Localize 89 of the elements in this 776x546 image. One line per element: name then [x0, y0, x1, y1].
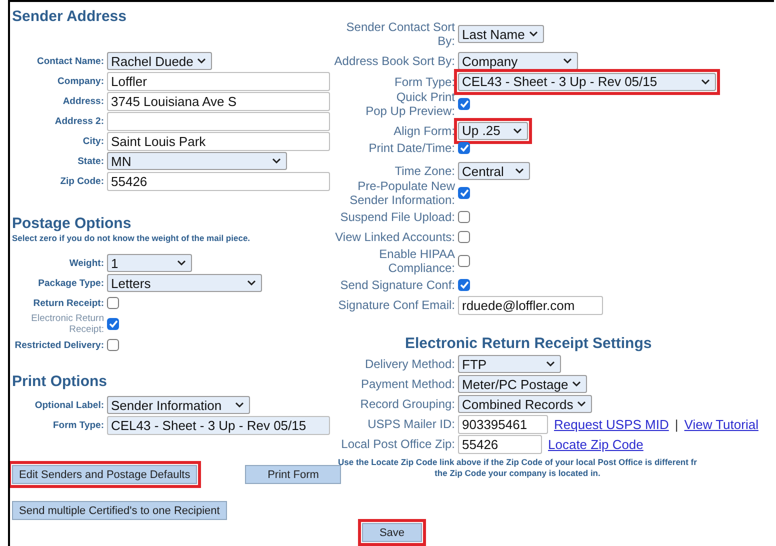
link[interactable]: View Tutorial	[684, 416, 758, 432]
checkbox[interactable]	[458, 255, 470, 267]
text-field[interactable]: 55426	[458, 434, 542, 454]
chevron-icon	[513, 128, 522, 134]
dropdown[interactable]: 1	[107, 254, 192, 272]
checkbox[interactable]	[458, 142, 470, 154]
field-label: Address:	[62, 96, 104, 106]
text-field[interactable]: 55426	[107, 172, 330, 190]
text-field[interactable]	[107, 112, 330, 130]
field-label: Restricted Delivery:	[14, 340, 104, 350]
chevron-icon	[515, 168, 524, 174]
field-label: City:	[82, 136, 104, 146]
action-button[interactable]: Print Form	[245, 465, 342, 484]
field-label: Company:	[56, 76, 104, 86]
dropdown[interactable]: Central	[458, 162, 530, 180]
link[interactable]: Locate Zip Code	[548, 436, 644, 452]
dropdown[interactable]: Rachel Duede	[107, 52, 212, 70]
field-label: Local Post Office Zip:	[340, 437, 455, 451]
field-label: Sender Contact Sort By:	[345, 20, 455, 48]
checkbox[interactable]	[107, 297, 119, 309]
text-field[interactable]: CEL43 - Sheet - 3 Up - Rev 05/15	[107, 416, 330, 434]
field-label: Address 2:	[54, 116, 104, 126]
chevron-icon	[272, 158, 281, 164]
chevron-icon	[177, 260, 186, 266]
field-label: Print Date/Time:	[368, 141, 455, 156]
dropdown[interactable]: Combined Records	[458, 395, 592, 413]
field-label: Payment Method:	[360, 377, 455, 391]
dropdown[interactable]: Sender Information	[107, 396, 250, 414]
field-label: State:	[76, 156, 104, 166]
field-label: View Linked Accounts:	[334, 230, 455, 244]
field-label: Time Zone:	[394, 164, 455, 178]
field-label: Electronic Return Receipt:	[30, 313, 104, 335]
text-field[interactable]: rduede@loffler.com	[458, 296, 603, 314]
text-field[interactable]: 3745 Louisiana Ave S	[107, 92, 330, 110]
checkbox[interactable]	[458, 187, 470, 199]
text-field[interactable]: Saint Louis Park	[107, 132, 330, 150]
field-label: Form Type:	[52, 420, 104, 430]
field-label: Package Type:	[37, 278, 104, 288]
separator: |	[674, 416, 678, 432]
section-title: Sender Address	[12, 8, 126, 25]
field-label: Return Receipt:	[32, 298, 104, 308]
checkbox[interactable]	[107, 339, 119, 351]
dropdown[interactable]: Up .25	[458, 122, 528, 140]
checkbox[interactable]	[458, 98, 470, 110]
section-title: Print Options	[12, 373, 107, 390]
action-button[interactable]: Send multiple Certified's to one Recipient	[12, 501, 227, 520]
field-label: Zip Code:	[59, 176, 104, 186]
field-label: Weight:	[68, 258, 104, 268]
dropdown[interactable]: Letters	[107, 274, 262, 292]
field-label: Delivery Method:	[364, 357, 455, 371]
chevron-icon	[235, 402, 244, 408]
checkbox[interactable]	[458, 279, 470, 291]
field-label: Quick Print Pop Up Preview:	[364, 90, 455, 118]
chevron-icon	[572, 381, 582, 387]
checkbox[interactable]	[458, 231, 470, 243]
field-label: Record Grouping:	[359, 397, 455, 411]
field-label: Signature Conf Email:	[337, 298, 455, 312]
chevron-icon	[701, 78, 710, 85]
dropdown[interactable]: Last Name	[458, 25, 544, 43]
section-title: Postage Options	[12, 215, 132, 232]
chevron-icon	[197, 58, 206, 64]
dropdown[interactable]: FTP	[458, 355, 561, 373]
chevron-icon	[563, 58, 572, 64]
checkbox[interactable]	[458, 211, 470, 223]
dropdown[interactable]: Meter/PC Postage	[458, 375, 588, 393]
text-field[interactable]: 903395461	[458, 414, 548, 434]
field-label: Align Form:	[392, 124, 455, 138]
field-label: Pre-Populate New Sender Information:	[348, 179, 455, 207]
field-label: Contact Name:	[36, 56, 104, 66]
field-label: USPS Mailer ID:	[366, 417, 455, 431]
field-label: Send Signature Conf:	[339, 278, 455, 292]
chevron-icon	[528, 31, 538, 37]
text-field[interactable]: Loffler	[107, 72, 330, 90]
field-label: Optional Label:	[34, 400, 104, 410]
chevron-icon	[247, 280, 256, 286]
chevron-icon	[546, 361, 555, 367]
dropdown[interactable]: CEL43 - Sheet - 3 Up - Rev 05/15	[458, 72, 716, 91]
chevron-icon	[577, 401, 586, 407]
field-label: Form Type:	[394, 74, 455, 89]
action-button[interactable]: Edit Senders and Postage Defaults	[12, 465, 198, 484]
field-label: Suspend File Upload:	[339, 210, 455, 224]
save-button[interactable]: Save	[362, 523, 422, 542]
field-label: Address Book Sort By:	[333, 54, 455, 68]
link[interactable]: Request USPS MID	[554, 416, 669, 432]
field-label: Enable HIPAA Compliance:	[378, 247, 455, 275]
hint-text: Select zero if you do not know the weight of the mail piece.	[12, 233, 252, 243]
dropdown[interactable]: MN	[107, 152, 287, 170]
section-title: Electronic Return Receipt Settings	[405, 335, 652, 352]
dropdown[interactable]: Company	[458, 52, 578, 70]
